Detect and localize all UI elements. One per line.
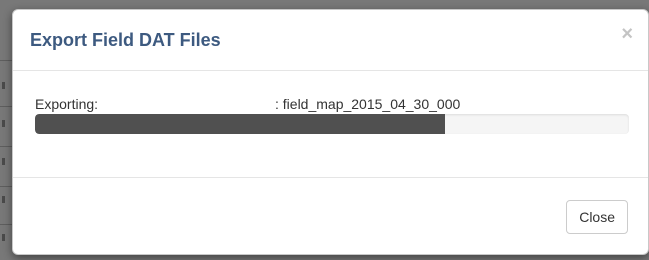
background-row-divider xyxy=(0,186,12,187)
export-status: Exporting: : field_map_2015_04_30_000 xyxy=(35,95,635,113)
dialog-title: Export Field DAT Files xyxy=(30,30,221,50)
dialog-header: Export Field DAT Files × xyxy=(13,10,648,71)
background-cell-fragment xyxy=(2,120,5,127)
background-row-divider xyxy=(0,106,12,107)
background-row-divider xyxy=(0,224,12,225)
background-cell-fragment xyxy=(2,234,5,241)
background-row-divider xyxy=(0,146,12,147)
background-cell-fragment xyxy=(2,158,5,165)
dialog-body: Exporting: : field_map_2015_04_30_000 xyxy=(13,71,648,178)
dialog-footer: Close xyxy=(13,178,648,254)
background-cell-fragment xyxy=(2,196,5,203)
background-row-divider xyxy=(0,60,12,61)
close-button[interactable]: Close xyxy=(566,200,628,234)
export-progress xyxy=(35,114,629,134)
export-dialog: Export Field DAT Files × Exporting: : fi… xyxy=(12,9,649,255)
exporting-label: Exporting: xyxy=(35,96,99,112)
close-icon[interactable]: × xyxy=(621,24,633,44)
export-progress-fill xyxy=(35,114,445,134)
export-filename: : field_map_2015_04_30_000 xyxy=(275,96,461,112)
background-cell-fragment xyxy=(2,82,5,89)
